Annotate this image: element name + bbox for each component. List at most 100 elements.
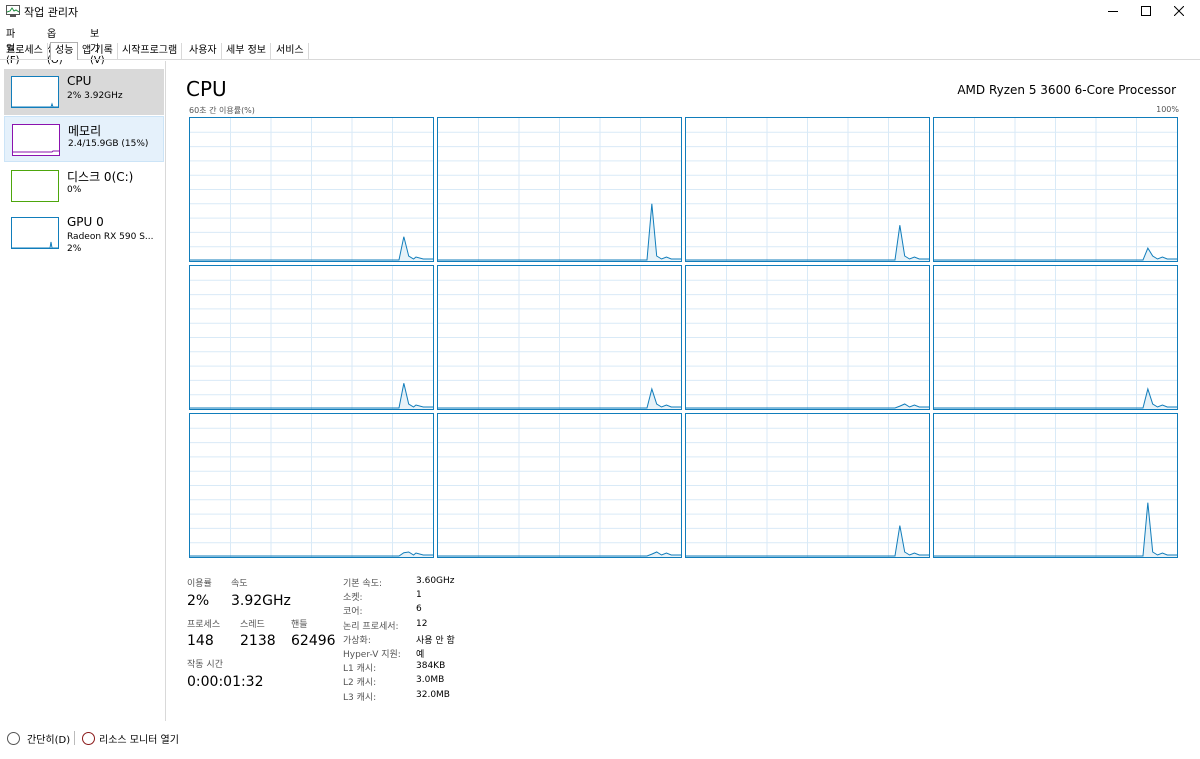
detail-value: 3.0MB <box>416 675 445 686</box>
detail-key: 가상화: <box>343 635 371 646</box>
sidebar-item-label: 디스크 0(C:) <box>67 170 134 184</box>
core-graph-0 <box>189 117 434 262</box>
graph-max-label: 100% <box>1156 105 1179 114</box>
core-usage-chart <box>190 266 433 409</box>
detail-key: 코어: <box>343 607 363 618</box>
open-resource-monitor-link[interactable]: 리소스 모니터 열기 <box>99 731 179 746</box>
resource-sidebar: CPU 2% 3.92GHz 메모리 2.4/15.9GB (15%) 디스크 … <box>0 61 166 721</box>
detail-key: L3 캐시: <box>343 692 377 703</box>
title-bar: 작업 관리자 <box>0 0 1200 22</box>
detail-key: L1 캐시: <box>343 664 377 675</box>
sidebar-item-label: GPU 0 <box>67 215 104 229</box>
core-usage-chart <box>686 266 929 409</box>
memory-thumbnail-graph <box>12 124 60 156</box>
sidebar-item-label: 메모리 <box>68 124 102 138</box>
minimize-button[interactable] <box>1096 0 1130 22</box>
disk-thumbnail-graph <box>11 170 59 202</box>
core-usage-chart <box>686 118 929 261</box>
core-graph-11 <box>933 413 1178 558</box>
tab-performance[interactable]: 성능 <box>50 42 79 60</box>
detail-value: 사용 안 함 <box>416 635 455 646</box>
threads-label: 스레드 <box>240 620 265 630</box>
core-graph-3 <box>933 117 1178 262</box>
sidebar-item-memory[interactable]: 메모리 2.4/15.9GB (15%) <box>4 116 164 162</box>
detail-key: 논리 프로세서: <box>343 621 399 632</box>
graph-caption: 60초 간 이용률(%) <box>189 106 255 115</box>
tab-processes[interactable]: 프로세스 <box>2 43 48 60</box>
footer-bar: 간단히(D) 리소스 모니터 열기 <box>0 728 1200 748</box>
close-button[interactable] <box>1162 0 1196 22</box>
detail-value: 6 <box>416 604 422 615</box>
core-usage-chart <box>934 414 1177 557</box>
sidebar-item-value: 0% <box>67 185 82 195</box>
uptime-value: 0:00:01:32 <box>187 674 264 690</box>
core-graph-7 <box>933 265 1178 410</box>
tab-startup[interactable]: 시작프로그램 <box>118 43 183 60</box>
tab-strip: 프로세스 성능 앱 기록 시작프로그램 사용자 세부 정보 서비스 <box>0 42 1200 60</box>
window-title: 작업 관리자 <box>24 6 79 19</box>
fewer-details-link[interactable]: 간단히(D) <box>27 731 70 746</box>
handles-label: 핸들 <box>291 620 308 630</box>
detail-value: 12 <box>416 618 428 629</box>
detail-key: Hyper-V 지원: <box>343 650 401 660</box>
performance-panel: CPU AMD Ryzen 5 3600 6-Core Processor 60… <box>167 61 1200 721</box>
core-graph-5 <box>437 265 682 410</box>
core-graph-6 <box>685 265 930 410</box>
core-graph-10 <box>685 413 930 558</box>
tab-services[interactable]: 서비스 <box>272 43 309 60</box>
utilization-value: 2% <box>187 593 210 609</box>
gpu-thumbnail-graph <box>11 217 59 249</box>
footer-divider <box>74 731 75 745</box>
uptime-label: 작동 시간 <box>187 660 223 670</box>
sidebar-item-gpu[interactable]: GPU 0 Radeon RX 590 S... 2% <box>4 210 164 256</box>
handles-value: 62496 <box>291 633 336 649</box>
speed-label: 속도 <box>231 579 248 589</box>
sidebar-item-label: CPU <box>67 74 92 88</box>
close-icon <box>1174 6 1184 16</box>
threads-value: 2138 <box>240 633 276 649</box>
core-graphs-grid <box>189 117 1178 559</box>
core-graph-9 <box>437 413 682 558</box>
detail-value: 384KB <box>416 661 446 672</box>
speed-value: 3.92GHz <box>231 593 291 609</box>
tab-details[interactable]: 세부 정보 <box>222 43 271 60</box>
detail-value: 32.0MB <box>416 689 450 700</box>
utilization-label: 이용률 <box>187 579 212 589</box>
tab-users[interactable]: 사용자 <box>185 43 222 60</box>
core-usage-chart <box>438 414 681 557</box>
maximize-button[interactable] <box>1129 0 1163 22</box>
sidebar-item-cpu[interactable]: CPU 2% 3.92GHz <box>4 69 164 115</box>
sidebar-item-disk[interactable]: 디스크 0(C:) 0% <box>4 163 164 209</box>
resource-monitor-icon <box>82 732 95 745</box>
detail-key: L2 캐시: <box>343 678 377 689</box>
processes-label: 프로세스 <box>187 620 221 630</box>
processes-value: 148 <box>187 633 214 649</box>
core-usage-chart <box>190 118 433 261</box>
tab-app-history[interactable]: 앱 기록 <box>78 43 118 60</box>
core-graph-1 <box>437 117 682 262</box>
detail-value: 예 <box>416 650 425 660</box>
core-usage-chart <box>686 414 929 557</box>
core-graph-4 <box>189 265 434 410</box>
core-usage-chart <box>438 266 681 409</box>
processor-model: AMD Ryzen 5 3600 6-Core Processor <box>957 83 1176 97</box>
sidebar-item-value: 2% 3.92GHz <box>67 91 123 101</box>
detail-value: 3.60GHz <box>416 576 455 586</box>
core-usage-chart <box>934 118 1177 261</box>
detail-key: 소켓: <box>343 593 363 604</box>
task-manager-icon <box>6 5 20 17</box>
core-usage-chart <box>934 266 1177 409</box>
maximize-icon <box>1141 6 1151 16</box>
sidebar-item-value: Radeon RX 590 S... <box>67 232 154 242</box>
core-usage-chart <box>438 118 681 261</box>
cpu-thumbnail-graph <box>11 76 59 108</box>
core-graph-2 <box>685 117 930 262</box>
minimize-icon <box>1108 11 1118 12</box>
detail-value: 1 <box>416 590 422 601</box>
core-usage-chart <box>190 414 433 557</box>
sidebar-item-value: 2.4/15.9GB (15%) <box>68 139 149 149</box>
chevron-up-icon[interactable] <box>7 732 20 745</box>
detail-key: 기본 속도: <box>343 579 383 589</box>
sidebar-item-usage: 2% <box>67 244 82 254</box>
page-title: CPU <box>186 77 227 101</box>
